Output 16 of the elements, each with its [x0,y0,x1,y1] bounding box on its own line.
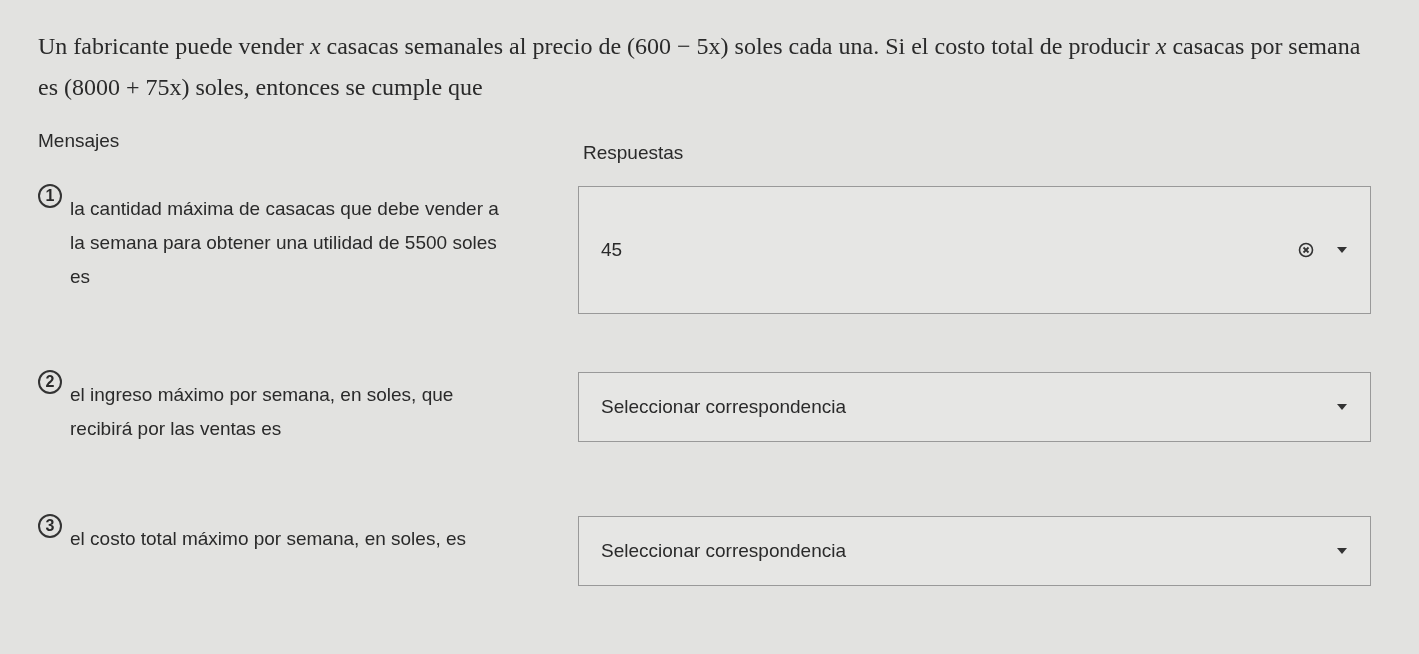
answers-heading: Respuestas [583,140,684,165]
number-badge: 2 [38,369,62,394]
answer-dropdown[interactable]: Seleccionar correspondencia [578,515,1371,586]
messages-heading: Mensajes [38,129,121,153]
caret-icon [1336,546,1348,555]
caret-icon [1336,245,1348,254]
message-text: el ingreso máximo por semana, en soles, que recibirá por las ventas es [70,382,455,441]
message-text: la cantidad máxima de casacas que debe vender a la semana para obtener una utilidad de 5500 soles es [70,196,500,289]
number-badge: 3 [38,513,62,538]
clear-icon[interactable] [1298,241,1314,258]
caret-icon [1336,402,1348,411]
answer-dropdown[interactable]: 45 [578,185,1371,314]
message-text: el costo total máximo por semana, en soles, es [70,526,468,551]
answer-dropdown[interactable]: Seleccionar correspondencia [578,371,1371,442]
number-badge: 1 [38,183,62,208]
question-text: Un fabricante puede vender x casacas semanales al precio de (600 − 5x) soles cada una. Si el costo total de producir x casacas por semana es (8000 + 75x) soles, entonces se cumple que [38,32,1362,102]
